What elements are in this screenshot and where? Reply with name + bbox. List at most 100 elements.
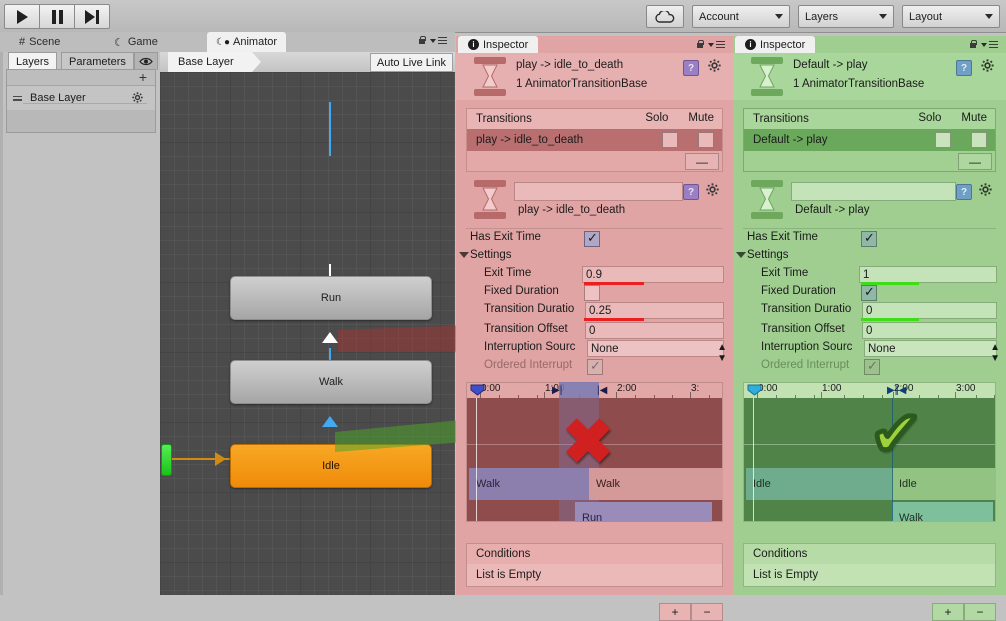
mute-checkbox[interactable] [971,132,987,148]
hamburger-icon [989,40,998,49]
transition-offset-input[interactable]: 0 [585,322,724,339]
help-icon[interactable]: ? [683,60,699,76]
interruption-source-select[interactable]: None [864,340,997,357]
playback-controls [4,4,110,29]
fixed-duration-checkbox[interactable] [584,285,600,301]
chevron-down-icon [736,252,746,258]
edge-idle-to-walk[interactable] [329,102,331,156]
settings-foldout-right[interactable]: Settings [733,248,1006,266]
remove-condition-button[interactable]: − [964,603,996,621]
tab-parameters[interactable]: Parameters [61,52,134,70]
hamburger-icon [716,40,725,49]
remove-transition-button[interactable]: — [958,153,992,170]
help-icon[interactable]: ? [956,184,972,200]
state-node-run[interactable]: Run [230,276,432,320]
auto-live-link-button[interactable]: Auto Live Link [369,53,453,72]
layer-list-item-base-layer[interactable]: Base Layer [7,86,155,110]
cloud-services-button[interactable] [646,5,684,28]
add-condition-button[interactable]: + [932,603,964,621]
timeline-clip[interactable]: Walk [892,502,993,522]
transition-range-marker[interactable] [559,382,599,399]
tab-game[interactable]: ☾ Game [105,32,167,52]
transition-duration-input[interactable]: 0.25 [585,302,724,319]
exit-time-input[interactable]: 1 [859,266,997,283]
transition-icon [474,57,506,97]
state-node-walk[interactable]: Walk [230,360,432,404]
transition-row-right[interactable]: Default -> play [744,129,995,151]
animator-state-graph[interactable]: Run Walk Idle [160,72,455,595]
conditions-empty-label: List is Empty [476,569,542,581]
remove-condition-button[interactable]: − [691,603,723,621]
plus-icon[interactable]: + [139,70,147,84]
step-button[interactable] [75,4,110,29]
solo-checkbox[interactable] [662,132,678,148]
panel-options-button[interactable] [981,40,998,49]
play-icon [16,9,28,24]
panel-options-button[interactable] [430,36,447,45]
account-dropdown-label: Account [699,10,739,23]
range-end-handle-icon[interactable]: |◀ [597,385,607,396]
mute-checkbox[interactable] [698,132,714,148]
has-exit-time-checkbox[interactable]: ✓ [584,231,600,247]
tab-scene[interactable]: # Scene [10,32,70,52]
timeline-clip[interactable]: Idle [892,468,996,500]
settings-foldout-left[interactable]: Settings [456,248,733,266]
gear-icon[interactable] [706,183,719,199]
exit-time-input[interactable]: 0.9 [582,266,724,283]
playhead-knob[interactable] [470,384,485,396]
entry-node[interactable] [161,444,172,476]
layer-add-row: + [7,70,155,86]
conditions-empty-row-right: List is Empty [744,564,995,586]
range-start-handle-icon[interactable]: ▶| [552,385,562,396]
inspector-left-tab[interactable]: i Inspector [458,36,539,53]
transition-name-input[interactable] [791,182,956,201]
layout-dropdown[interactable]: Layout [902,5,1000,28]
range-end-handle-icon[interactable]: |◀ [896,385,906,396]
gear-icon[interactable] [981,59,994,75]
tab-layers[interactable]: Layers [8,52,58,70]
transition-name-input[interactable] [514,182,683,201]
has-exit-time-checkbox[interactable]: ✓ [861,231,877,247]
drag-handle-icon[interactable] [13,95,22,101]
play-button[interactable] [4,4,40,29]
transition-row-left[interactable]: play -> idle_to_death [467,129,722,151]
gear-icon[interactable] [708,59,721,75]
help-icon[interactable]: ? [956,60,972,76]
lock-icon[interactable] [969,40,977,49]
interruption-source-select[interactable]: None [587,340,724,357]
has-exit-time-label: Has Exit Time [470,231,541,243]
timeline-clip[interactable]: Idle [746,468,897,500]
add-condition-button[interactable]: + [659,603,691,621]
tab-animator[interactable]: ☾● Animator [207,32,287,52]
inspector-right-tab[interactable]: i Inspector [735,36,816,53]
playhead-knob[interactable] [747,384,762,396]
transition-duration-label: Transition Duratio [484,303,575,315]
fixed-duration-checkbox[interactable]: ✓ [861,285,877,301]
account-dropdown[interactable]: Account [692,5,790,28]
eye-icon[interactable] [133,52,158,70]
breadcrumb[interactable]: Base Layer [168,52,261,72]
transition-preview-timeline-right[interactable]: 0:00 1:00 2:00 3:00 ▶| |◀ Idle Idle Walk… [743,382,996,522]
timeline-clip[interactable]: Run [575,502,712,522]
timeline-clip-label: Idle [753,478,771,490]
gear-icon[interactable] [979,183,992,199]
timeline-body-right[interactable]: Idle Idle Walk ✔ [743,398,996,522]
lock-icon[interactable] [696,40,704,49]
lock-icon[interactable] [418,36,426,45]
pause-button[interactable] [40,4,75,29]
check-icon: ✓ [864,284,875,299]
divider [743,228,996,229]
transition-preview-timeline-left[interactable]: 0:00 1:00 2:00 3: ▶| |◀ Walk Walk Run ✖ [466,382,723,522]
layers-dropdown[interactable]: Layers [798,5,894,28]
help-icon[interactable]: ? [683,184,699,200]
transition-duration-input[interactable]: 0 [862,302,997,319]
state-node-idle[interactable]: Idle [230,444,432,488]
transition-offset-input[interactable]: 0 [862,322,997,339]
panel-options-button[interactable] [708,40,725,49]
solo-checkbox[interactable] [935,132,951,148]
timeline-body-left[interactable]: Walk Walk Run ✖ [466,398,723,522]
breadcrumb-label: Base Layer [178,56,234,68]
fixed-duration-label: Fixed Duration [761,285,836,297]
inspector-right-panel-menu [969,40,998,49]
remove-transition-button[interactable]: — [685,153,719,170]
